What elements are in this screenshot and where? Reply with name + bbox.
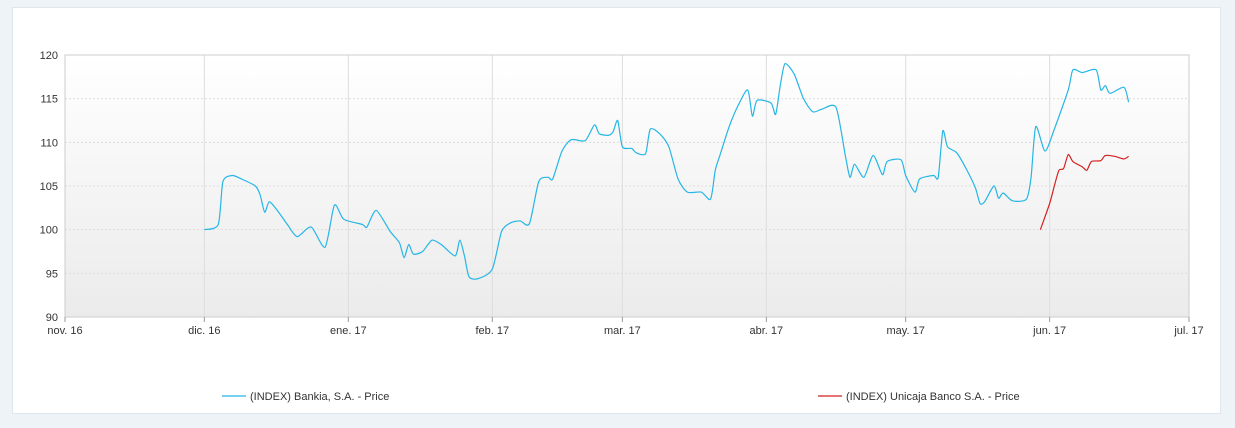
x-tick-label: ene. 17 — [330, 325, 367, 337]
legend-label-2[interactable]: (INDEX) Unicaja Banco S.A. - Price — [846, 391, 1020, 403]
legend: (INDEX) Bankia, S.A. - Price (INDEX) Unic… — [222, 391, 1020, 403]
y-tick-label: 100 — [40, 225, 58, 237]
y-tick-label: 115 — [40, 94, 58, 106]
x-tick-label: dic. 16 — [188, 325, 220, 337]
line-chart: 90 95 100 105 110 115 120 nov. 16 dic. 16 ene. 17… — [40, 50, 1204, 403]
legend-label-1[interactable]: (INDEX) Bankia, S.A. - Price — [250, 391, 389, 403]
y-tick-label: 90 — [46, 312, 58, 324]
x-tick-label: nov. 16 — [47, 325, 82, 337]
y-tick-label: 95 — [46, 268, 58, 280]
x-tick-label: abr. 17 — [750, 325, 784, 337]
x-tick-label: jun. 17 — [1032, 325, 1066, 337]
y-tick-label: 110 — [40, 137, 58, 149]
x-tick-label: feb. 17 — [475, 325, 509, 337]
y-tick-label: 120 — [40, 50, 58, 62]
x-tick-label: jul. 17 — [1173, 325, 1203, 337]
x-tick-label: may. 17 — [887, 325, 925, 337]
x-tick-label: mar. 17 — [604, 325, 641, 337]
y-tick-label: 105 — [40, 181, 58, 193]
